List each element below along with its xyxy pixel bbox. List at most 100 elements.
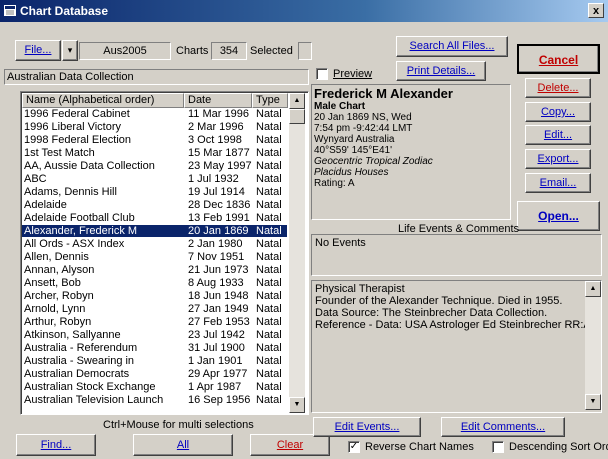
reverse-names-checkbox[interactable]: ✓ xyxy=(348,441,360,453)
email-button[interactable]: Email... xyxy=(525,173,591,193)
column-header-name[interactable]: Name (Alphabetical order) xyxy=(22,93,184,108)
row-date: 23 Jul 1942 xyxy=(188,329,245,341)
copy-button[interactable]: Copy... xyxy=(525,102,591,122)
column-header-date[interactable]: Date xyxy=(184,93,252,108)
edit-button[interactable]: Edit... xyxy=(525,125,591,145)
selected-label: Selected xyxy=(250,45,293,57)
row-date: 28 Dec 1836 xyxy=(188,199,251,211)
comments-scrollbar[interactable]: ▲ ▼ xyxy=(585,281,601,410)
charts-label: Charts xyxy=(176,45,209,57)
row-date: 2 Mar 1996 xyxy=(188,121,244,133)
table-row[interactable]: AA, Aussie Data Collection 23 May 1997 Nat… xyxy=(22,160,287,172)
search-all-files-button[interactable]: Search All Files... xyxy=(396,36,508,57)
descending-sort-checkbox[interactable] xyxy=(492,441,504,453)
row-type: Natal xyxy=(256,134,282,146)
row-name: Arthur, Robyn xyxy=(24,316,92,328)
table-row[interactable]: Adams, Dennis Hill 19 Jul 1914 Natal xyxy=(22,186,287,198)
table-row[interactable]: 1996 Liberal Victory 2 Mar 1996 Natal xyxy=(22,121,287,133)
collection-name: Australian Data Collection xyxy=(4,69,309,85)
row-date: 31 Jul 1900 xyxy=(188,342,245,354)
file-button[interactable]: File... xyxy=(15,40,61,61)
chart-type: Male Chart xyxy=(314,101,366,112)
list-scroll-thumb[interactable] xyxy=(289,109,305,124)
scroll-down-icon[interactable]: ▼ xyxy=(289,397,305,413)
row-date: 27 Jan 1949 xyxy=(188,303,249,315)
table-row[interactable]: Allen, Dennis 7 Nov 1951 Natal xyxy=(22,251,287,263)
table-row[interactable]: ABC 1 Jul 1932 Natal xyxy=(22,173,287,185)
preview-label: Preview xyxy=(333,68,373,80)
row-type: Natal xyxy=(256,394,282,406)
row-date: 15 Mar 1877 xyxy=(188,147,250,159)
row-name: ABC xyxy=(24,173,47,185)
comments-scroll-up-icon[interactable]: ▲ xyxy=(585,281,601,297)
table-row[interactable]: Adelaide Football Club 13 Feb 1991 Natal xyxy=(22,212,287,224)
clear-button[interactable]: Clear xyxy=(250,434,330,456)
table-row[interactable]: Atkinson, Sallyanne 23 Jul 1942 Natal xyxy=(22,329,287,341)
row-name: Arnold, Lynn xyxy=(24,303,86,315)
close-icon[interactable]: x xyxy=(588,3,604,18)
row-type: Natal xyxy=(256,342,282,354)
table-row[interactable]: Australian Democrats 29 Apr 1977 Natal xyxy=(22,368,287,380)
comments-box[interactable]: Physical Therapist Founder of the Alexand… xyxy=(311,280,602,413)
chevron-down-icon: ▾ xyxy=(67,45,73,55)
scroll-up-icon[interactable]: ▲ xyxy=(289,93,305,109)
row-date: 16 Sep 1956 xyxy=(188,394,251,406)
row-type: Natal xyxy=(256,238,282,250)
cancel-button[interactable]: Cancel xyxy=(517,44,600,74)
table-row[interactable]: Arthur, Robyn 27 Feb 1953 Natal xyxy=(22,316,287,328)
export-button[interactable]: Export... xyxy=(525,149,591,169)
table-row[interactable]: 1st Test Match 15 Mar 1877 Natal xyxy=(22,147,287,159)
table-row[interactable]: Ansett, Bob 8 Aug 1933 Natal xyxy=(22,277,287,289)
file-dropdown-button[interactable]: ▾ xyxy=(62,40,78,61)
row-date: 1 Apr 1987 xyxy=(188,381,242,393)
app-icon xyxy=(4,5,16,16)
table-row[interactable]: Adelaide 28 Dec 1836 Natal xyxy=(22,199,287,211)
table-row[interactable]: 1996 Federal Cabinet 11 Mar 1996 Natal xyxy=(22,108,287,120)
comments-scroll-down-icon[interactable]: ▼ xyxy=(585,394,601,410)
chart-time: 7:54 pm -9:42:44 LMT xyxy=(314,123,413,134)
table-row[interactable]: Annan, Alyson 21 Jun 1973 Natal xyxy=(22,264,287,276)
column-header-type[interactable]: Type xyxy=(252,93,288,108)
row-type: Natal xyxy=(256,290,282,302)
edit-events-button[interactable]: Edit Events... xyxy=(313,417,421,437)
table-row[interactable]: Australian Television Launch 16 Sep 1956 N… xyxy=(22,394,287,406)
list-scrollbar[interactable]: ▲ ▼ xyxy=(289,93,305,413)
table-row[interactable]: All Ords - ASX Index 2 Jan 1980 Natal xyxy=(22,238,287,250)
row-name: Atkinson, Sallyanne xyxy=(24,329,121,341)
delete-button[interactable]: Delete... xyxy=(525,78,591,98)
row-date: 13 Feb 1991 xyxy=(188,212,250,224)
row-name: Australia - Referendum xyxy=(24,342,138,354)
row-type: Natal xyxy=(256,121,282,133)
open-button[interactable]: Open... xyxy=(517,201,600,231)
row-type: Natal xyxy=(256,160,282,172)
row-type: Natal xyxy=(256,199,282,211)
row-type: Natal xyxy=(256,147,282,159)
row-type: Natal xyxy=(256,264,282,276)
preview-checkbox[interactable] xyxy=(316,68,328,80)
descending-sort-label: Descending Sort Ord xyxy=(509,441,608,453)
row-date: 27 Feb 1953 xyxy=(188,316,250,328)
window-title: Chart Database xyxy=(20,4,109,18)
find-button[interactable]: Find... xyxy=(16,434,96,456)
edit-comments-button[interactable]: Edit Comments... xyxy=(441,417,565,437)
all-button[interactable]: All xyxy=(133,434,233,456)
charts-count: 354 xyxy=(211,42,247,60)
table-row[interactable]: Australia - Swearing in 1 Jan 1901 Natal xyxy=(22,355,287,367)
table-row[interactable]: 1998 Federal Election 3 Oct 1998 Natal xyxy=(22,134,287,146)
chart-houses: Placidus Houses xyxy=(314,167,389,178)
row-name: Ansett, Bob xyxy=(24,277,81,289)
table-row[interactable]: Australian Stock Exchange 1 Apr 1987 Natal xyxy=(22,381,287,393)
reverse-names-label: Reverse Chart Names xyxy=(365,441,474,453)
table-row[interactable]: Archer, Robyn 18 Jun 1948 Natal xyxy=(22,290,287,302)
row-type: Natal xyxy=(256,381,282,393)
print-details-button[interactable]: Print Details... xyxy=(396,61,486,81)
row-name: Adams, Dennis Hill xyxy=(24,186,117,198)
row-type: Natal xyxy=(256,186,282,198)
events-box[interactable]: No Events xyxy=(311,234,602,276)
table-row[interactable]: Arnold, Lynn 27 Jan 1949 Natal xyxy=(22,303,287,315)
row-type: Natal xyxy=(256,173,282,185)
table-row[interactable]: Australia - Referendum 31 Jul 1900 Natal xyxy=(22,342,287,354)
row-date: 8 Aug 1933 xyxy=(188,277,244,289)
row-date: 18 Jun 1948 xyxy=(188,290,249,302)
table-row[interactable]: Alexander, Frederick M 20 Jan 1869 Natal xyxy=(22,225,287,237)
